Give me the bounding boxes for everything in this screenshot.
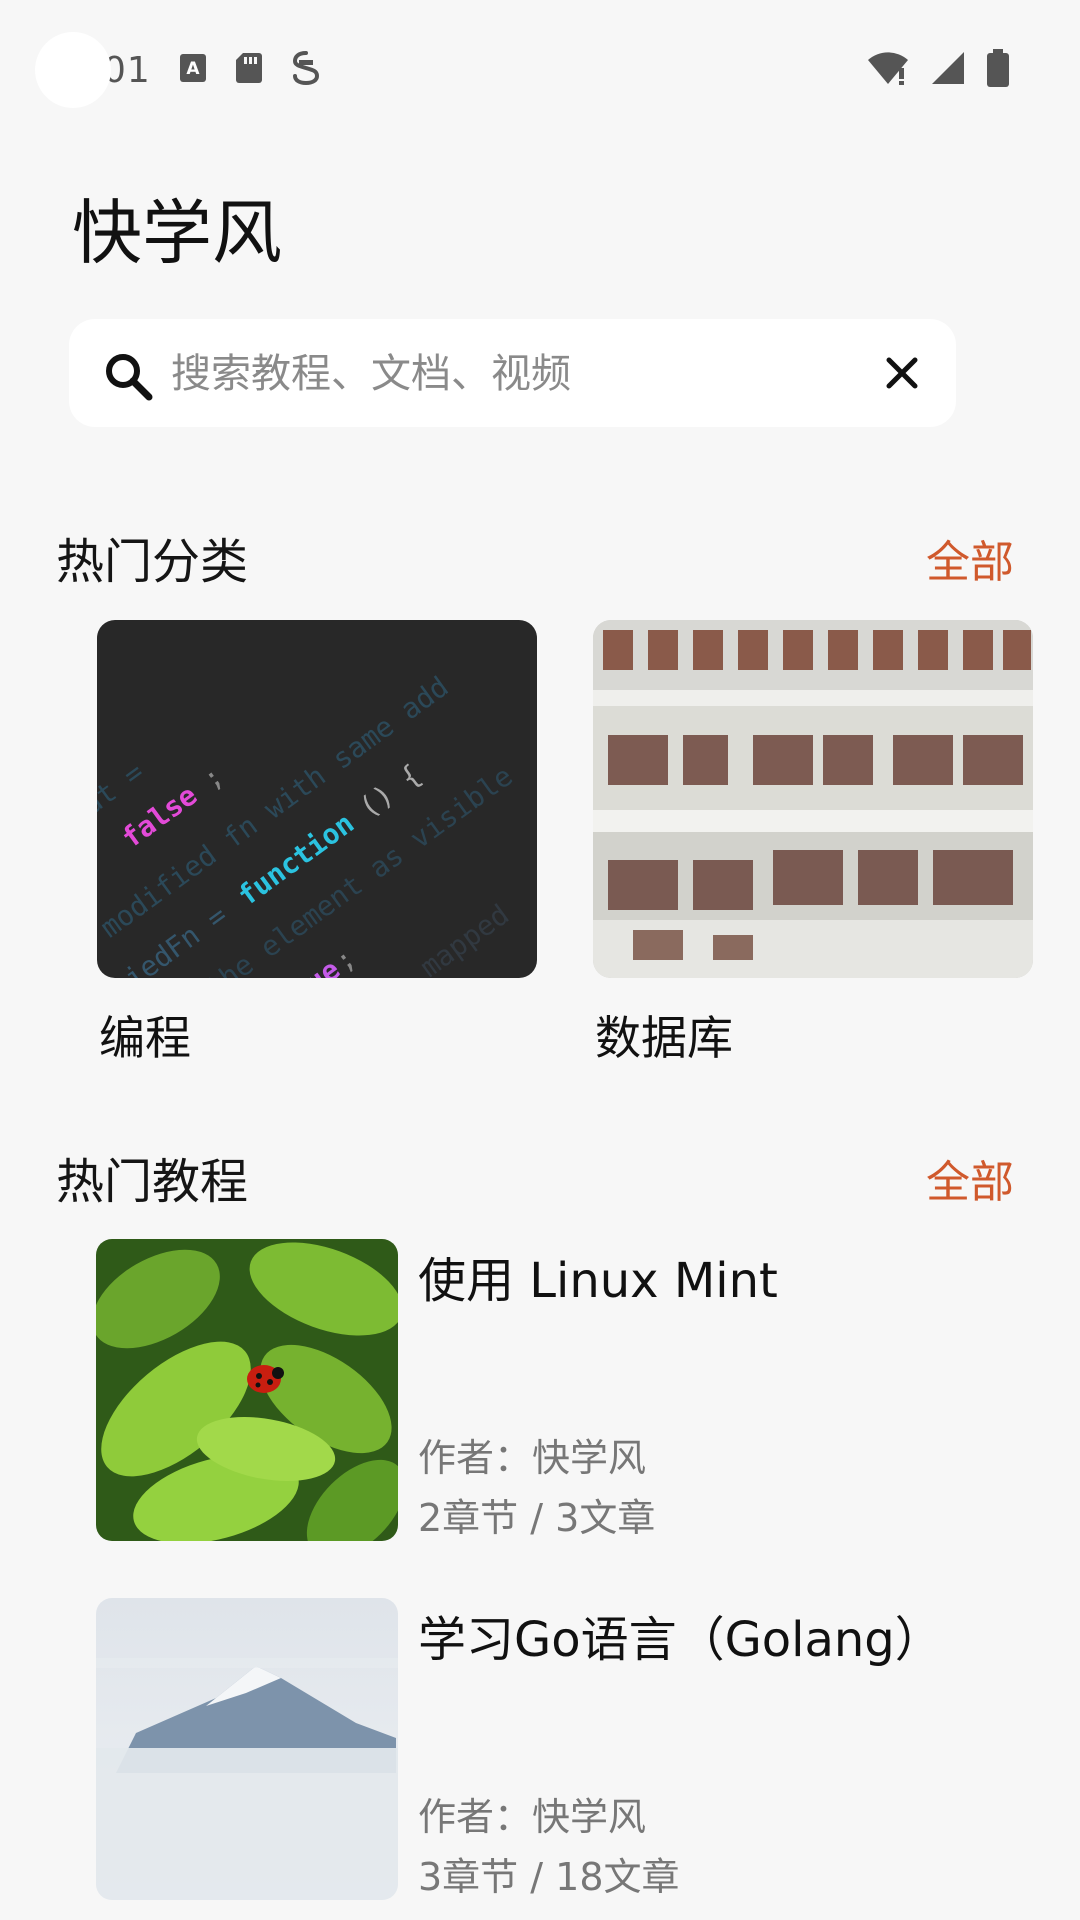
tutorial-card[interactable]: 使用 Linux Mint 作者：快学风 2章节 / 3文章 [96,1239,996,1541]
categories-section-title: 热门分类 [56,534,249,590]
close-icon[interactable] [882,353,922,397]
category-card-database[interactable]: 数据库 [593,620,1033,1068]
search-icon[interactable] [103,351,153,405]
tutorial-stats: 2章节 / 3文章 [418,1496,656,1540]
tutorial-title: 使用 Linux Mint [418,1253,778,1309]
category-image-library [593,620,1033,978]
tutorials-section-title: 热门教程 [56,1154,249,1210]
search-bar[interactable] [69,319,956,429]
category-label: 编程 [99,1011,191,1065]
category-card-programming[interactable]: ed out = d = false ; modified fn with sa… [97,620,537,1068]
tutorial-author: 作者：快学风 [418,1436,647,1480]
status-right [866,48,1010,92]
sd-card-icon [235,52,263,88]
vpn-icon [291,51,321,89]
signal-icon [930,50,966,90]
svg-text:A: A [186,59,200,79]
wifi-alert-icon [866,50,910,90]
app-title: 快学风 [72,192,282,274]
tutorial-image-mountain [96,1598,398,1900]
tutorials-see-all-link[interactable]: 全部 [926,1146,1014,1210]
category-label: 数据库 [595,1011,733,1065]
a-notification-icon: A [179,53,207,87]
status-left: 01 A [35,30,321,110]
status-bar: 01 A [0,0,1080,145]
search-input[interactable] [169,319,853,429]
tutorial-card[interactable]: 学习Go语言（Golang） 作者：快学风 3章节 / 18文章 [96,1598,996,1900]
camera-cutout [35,32,111,108]
tutorial-stats: 3章节 / 18文章 [418,1855,680,1899]
tutorial-title: 学习Go语言（Golang） [418,1612,943,1668]
battery-icon [986,48,1010,92]
categories-see-all-link[interactable]: 全部 [926,526,1014,590]
category-image-code: ed out = d = false ; modified fn with sa… [97,620,537,978]
tutorial-image-ladybug [96,1239,398,1541]
tutorial-author: 作者：快学风 [418,1795,647,1839]
